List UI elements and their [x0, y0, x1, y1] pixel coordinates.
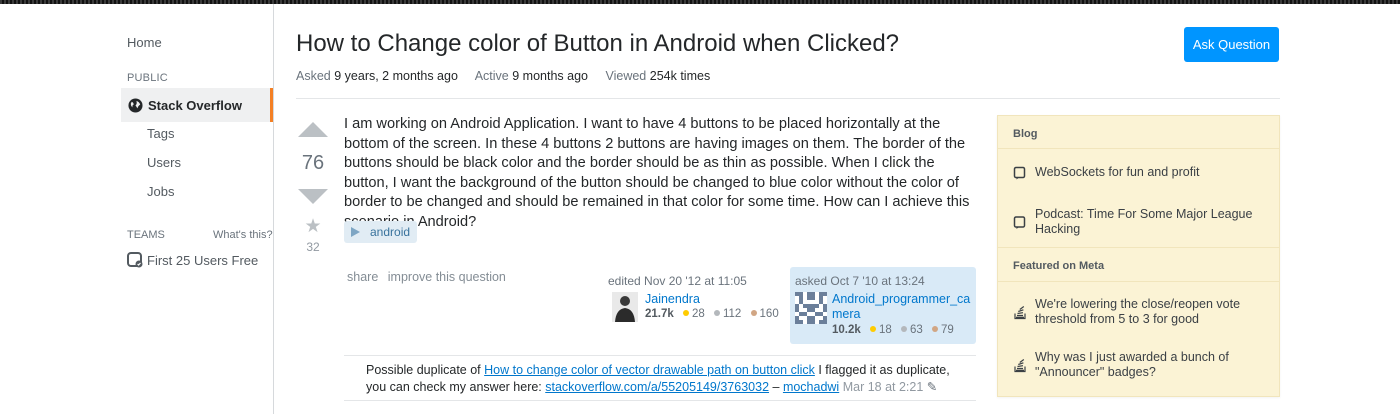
viewed-label: Viewed — [605, 69, 647, 83]
question-body: I am working on Android Application. I w… — [344, 116, 970, 230]
favorite-count: 32 — [306, 240, 320, 254]
asker-reputation: 10.2k 18 63 79 — [832, 324, 954, 336]
teams-icon — [127, 252, 143, 268]
nav-stack-overflow[interactable]: Stack Overflow — [121, 88, 273, 122]
tag-android[interactable]: android — [344, 221, 418, 243]
identicon-icon — [795, 292, 827, 324]
silver-badge-icon — [713, 310, 720, 317]
editor-silver: 112 — [722, 308, 742, 320]
downvote-arrow-icon[interactable] — [298, 189, 328, 204]
comment: Possible duplicate of How to change colo… — [366, 362, 972, 396]
nav-users[interactable]: Users — [147, 155, 181, 170]
asked-label: Asked — [296, 69, 331, 83]
meta-item[interactable]: Why was I just awarded a bunch of "Annou… — [1013, 350, 1268, 380]
bronze-badge-icon — [750, 310, 757, 317]
comment-divider-bottom — [344, 400, 976, 401]
nav-teams-heading: TEAMS — [127, 229, 165, 241]
tag-label: android — [370, 225, 411, 239]
question-stats: Asked 9 years, 2 months ago Active 9 mon… — [296, 69, 724, 83]
header-divider — [296, 98, 1280, 99]
stack-exchange-icon — [1014, 359, 1026, 373]
improve-question-link[interactable]: improve this question — [388, 270, 506, 284]
editor-rep-score: 21.7k — [645, 308, 674, 320]
blog-item[interactable]: WebSockets for fun and profit — [1013, 165, 1268, 180]
edited-timestamp[interactable]: edited Nov 20 '12 at 11:05 — [608, 274, 747, 288]
comment-prefix: Possible duplicate of — [366, 363, 485, 377]
ask-question-button[interactable]: Ask Question — [1184, 27, 1279, 62]
upvote-arrow-icon[interactable] — [298, 122, 328, 137]
editor-avatar[interactable] — [612, 292, 638, 322]
blog-speech-icon — [1013, 216, 1026, 229]
question-title[interactable]: How to Change color of Button in Android… — [296, 30, 899, 58]
featured-meta-heading: Featured on Meta — [1013, 260, 1105, 272]
blog-heading: Blog — [1013, 128, 1038, 140]
active-label: Active — [474, 69, 509, 83]
gold-badge-icon — [869, 326, 876, 333]
nav-tags[interactable]: Tags — [147, 126, 174, 141]
first-users-free-label: First 25 Users Free — [147, 252, 259, 268]
edited-pencil-icon: ✎ — [926, 380, 938, 394]
left-sidebar: Home PUBLIC Stack Overflow Tags Users Jo… — [0, 4, 274, 414]
blog-speech-icon — [1013, 166, 1026, 180]
whats-this-link[interactable]: What's this? — [213, 229, 273, 241]
blog-item[interactable]: Podcast: Time For Some Major League Hack… — [1013, 207, 1268, 237]
nav-public-heading: PUBLIC — [127, 72, 168, 84]
nav-stack-overflow-label: Stack Overflow — [148, 97, 242, 113]
asked-value: 9 years, 2 months ago — [334, 69, 458, 83]
meta-item-text: We're lowering the close/reopen vote thr… — [1035, 297, 1241, 326]
sidebar-divider — [998, 247, 1279, 248]
asker-card: asked Oct 7 '10 at 13:24 Android_program… — [790, 267, 976, 344]
meta-item[interactable]: We're lowering the close/reopen vote thr… — [1013, 297, 1268, 327]
active-value[interactable]: 9 months ago — [512, 69, 588, 83]
blog-item-text: Podcast: Time For Some Major League Hack… — [1035, 207, 1253, 236]
globe-icon — [128, 97, 143, 113]
asker-silver: 63 — [909, 324, 923, 336]
blog-meta-sidebar: Blog WebSockets for fun and profit Podca… — [997, 115, 1280, 397]
android-tag-icon — [351, 227, 360, 237]
post-menu: share improve this question — [347, 270, 512, 284]
gold-badge-icon — [682, 310, 689, 317]
asker-name[interactable]: Android_programmer_camera — [832, 292, 974, 322]
asker-avatar[interactable] — [795, 292, 827, 324]
vote-count: 76 — [301, 152, 325, 174]
asker-gold: 18 — [878, 324, 892, 336]
comment-author[interactable]: mochadwi — [783, 380, 839, 394]
first-users-free-link[interactable]: First 25 Users Free — [127, 252, 258, 268]
editor-reputation: 21.7k 28 112 160 — [645, 308, 779, 320]
comment-divider — [344, 355, 976, 356]
comment-answer-link[interactable]: stackoverflow.com/a/55205149/3763032 — [545, 380, 769, 394]
comment-time[interactable]: Mar 18 at 2:21 — [843, 380, 924, 394]
editor-gold: 28 — [691, 308, 705, 320]
share-link[interactable]: share — [347, 270, 378, 284]
viewed-value: 254k times — [649, 69, 711, 83]
bronze-badge-icon — [931, 326, 938, 333]
nav-jobs[interactable]: Jobs — [147, 184, 174, 199]
comment-dash: – — [769, 380, 783, 394]
nav-home[interactable]: Home — [127, 35, 162, 50]
stack-exchange-icon — [1014, 306, 1026, 320]
asker-bronze: 79 — [940, 324, 954, 336]
editor-bronze: 160 — [759, 308, 779, 320]
meta-item-text: Why was I just awarded a bunch of "Annou… — [1035, 350, 1229, 379]
silver-badge-icon — [900, 326, 907, 333]
comment-duplicate-link[interactable]: How to change color of vector drawable p… — [484, 363, 815, 377]
asker-rep-score: 10.2k — [832, 324, 861, 336]
blog-item-text: WebSockets for fun and profit — [1035, 165, 1200, 179]
asked-timestamp: asked Oct 7 '10 at 13:24 — [795, 274, 925, 288]
sidebar-divider — [998, 148, 1279, 149]
sidebar-divider — [998, 281, 1279, 282]
person-avatar-icon — [612, 292, 638, 322]
favorite-star-icon[interactable]: ★ — [303, 215, 323, 238]
editor-name[interactable]: Jainendra — [645, 292, 700, 306]
